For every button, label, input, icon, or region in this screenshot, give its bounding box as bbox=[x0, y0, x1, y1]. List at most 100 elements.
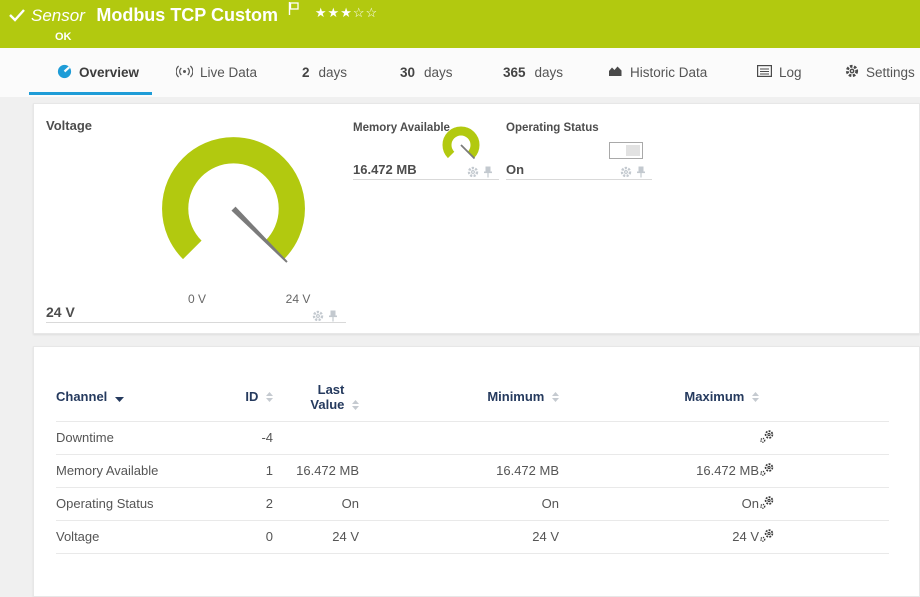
voltage-scale-max: 24 V bbox=[278, 292, 318, 306]
tab-365-days-unit: days bbox=[535, 65, 564, 80]
cell-last-value: 24 V bbox=[273, 520, 359, 553]
active-tab-underline bbox=[29, 92, 152, 95]
log-list-icon bbox=[757, 65, 772, 80]
tab-live-data[interactable]: Live Data bbox=[176, 48, 257, 97]
cell-channel: Voltage bbox=[56, 520, 221, 553]
channel-settings-icon[interactable] bbox=[759, 495, 775, 510]
object-kind-label: Sensor bbox=[31, 6, 85, 25]
gauge-icon bbox=[57, 64, 72, 82]
voltage-pin-icon[interactable] bbox=[328, 310, 338, 322]
cell-minimum: 24 V bbox=[359, 520, 559, 553]
memory-value: 16.472 MB bbox=[353, 162, 417, 177]
voltage-gauge bbox=[146, 126, 321, 306]
cell-channel: Operating Status bbox=[56, 487, 221, 520]
channel-table-panel: Channel ID Last Value bbox=[33, 346, 920, 597]
operating-toggle bbox=[609, 142, 643, 159]
tab-historic-data[interactable]: Historic Data bbox=[608, 48, 707, 97]
column-header-maximum-label: Maximum bbox=[684, 389, 744, 404]
tab-365-days-number: 365 bbox=[503, 65, 526, 80]
column-header-minimum-label: Minimum bbox=[487, 389, 544, 404]
operating-toggle-knob bbox=[626, 145, 640, 156]
voltage-value: 24 V bbox=[46, 304, 75, 320]
table-row[interactable]: Downtime -4 bbox=[56, 421, 889, 454]
sort-both-icon bbox=[266, 390, 273, 405]
table-row[interactable]: Voltage 0 24 V 24 V 24 V bbox=[56, 520, 889, 553]
stars-empty: ☆☆ bbox=[353, 5, 378, 20]
stars-filled: ★★★ bbox=[315, 5, 353, 20]
column-header-id-label: ID bbox=[245, 389, 258, 404]
sort-both-icon bbox=[752, 390, 759, 405]
table-row[interactable]: Memory Available 1 16.472 MB 16.472 MB 1… bbox=[56, 454, 889, 487]
sort-both-icon bbox=[552, 390, 559, 405]
column-header-maximum[interactable]: Maximum bbox=[559, 373, 759, 421]
tab-settings[interactable]: Settings bbox=[845, 48, 915, 97]
table-row[interactable]: Operating Status 2 On On On bbox=[56, 487, 889, 520]
tab-live-data-label: Live Data bbox=[200, 65, 257, 80]
cell-id: 2 bbox=[221, 487, 273, 520]
tab-historic-data-label: Historic Data bbox=[630, 65, 707, 80]
cell-id: 0 bbox=[221, 520, 273, 553]
cell-last-value: On bbox=[273, 487, 359, 520]
gauges-panel: Voltage 0 V 24 V 24 V bbox=[33, 103, 920, 334]
tab-30-days[interactable]: 30 days bbox=[400, 48, 453, 97]
channel-settings-icon[interactable] bbox=[759, 462, 775, 477]
tab-overview[interactable]: Overview bbox=[57, 48, 139, 97]
sensor-header: Sensor Modbus TCP Custom ★★★☆☆ OK bbox=[0, 0, 920, 48]
voltage-scale-min: 0 V bbox=[182, 292, 212, 306]
gauge-cell-memory: Memory Available 16.472 MB bbox=[353, 118, 499, 180]
column-header-channel[interactable]: Channel bbox=[56, 373, 221, 421]
status-check-icon bbox=[9, 9, 25, 27]
channel-table: Channel ID Last Value bbox=[56, 373, 889, 554]
channel-settings-icon[interactable] bbox=[759, 528, 775, 543]
overview-content: Voltage 0 V 24 V 24 V bbox=[0, 103, 920, 597]
gauge-cell-operating: Operating Status On bbox=[506, 118, 652, 180]
voltage-title: Voltage bbox=[46, 118, 92, 133]
cell-id: 1 bbox=[221, 454, 273, 487]
cell-minimum: 16.472 MB bbox=[359, 454, 559, 487]
column-header-value-label: Value bbox=[310, 397, 344, 412]
channel-settings-icon[interactable] bbox=[759, 429, 775, 444]
tab-log[interactable]: Log bbox=[757, 48, 802, 97]
operating-title: Operating Status bbox=[506, 122, 599, 134]
cell-id: -4 bbox=[221, 421, 273, 454]
cell-last-value: 16.472 MB bbox=[273, 454, 359, 487]
tab-overview-label: Overview bbox=[79, 65, 139, 80]
tab-365-days[interactable]: 365 days bbox=[503, 48, 563, 97]
sort-desc-icon bbox=[115, 390, 124, 405]
cell-last-value bbox=[273, 421, 359, 454]
sensor-title: Modbus TCP Custom bbox=[96, 5, 278, 25]
memory-title: Memory Available bbox=[353, 122, 450, 134]
sensor-status-badge: OK bbox=[55, 31, 72, 43]
priority-stars[interactable]: ★★★☆☆ bbox=[315, 5, 378, 20]
tab-bar: Overview Live Data 2 days 30 days 365 da… bbox=[0, 48, 920, 97]
tab-2-days[interactable]: 2 days bbox=[302, 48, 347, 97]
column-header-last-value[interactable]: Last Value bbox=[273, 373, 359, 421]
operating-value: On bbox=[506, 162, 524, 177]
cell-maximum bbox=[559, 421, 759, 454]
area-chart-icon bbox=[608, 65, 623, 80]
column-header-id[interactable]: ID bbox=[221, 373, 273, 421]
tab-log-label: Log bbox=[779, 65, 802, 80]
operating-pin-icon[interactable] bbox=[636, 166, 646, 178]
memory-pin-icon[interactable] bbox=[483, 166, 493, 178]
cell-minimum: On bbox=[359, 487, 559, 520]
cell-maximum: 16.472 MB bbox=[559, 454, 759, 487]
memory-gear-icon[interactable] bbox=[467, 166, 479, 178]
column-header-last-label: Last bbox=[318, 382, 345, 397]
column-header-minimum[interactable]: Minimum bbox=[359, 373, 559, 421]
tab-settings-label: Settings bbox=[866, 65, 915, 80]
sort-both-icon bbox=[352, 398, 359, 413]
column-header-channel-label: Channel bbox=[56, 389, 107, 404]
operating-gear-icon[interactable] bbox=[620, 166, 632, 178]
gear-icon bbox=[845, 64, 859, 81]
gauge-cell-voltage: Voltage 0 V 24 V 24 V bbox=[46, 116, 346, 323]
cell-maximum: On bbox=[559, 487, 759, 520]
voltage-gear-icon[interactable] bbox=[312, 310, 324, 322]
cell-maximum: 24 V bbox=[559, 520, 759, 553]
live-broadcast-icon bbox=[176, 65, 193, 81]
cell-channel: Downtime bbox=[56, 421, 221, 454]
cell-channel: Memory Available bbox=[56, 454, 221, 487]
column-header-actions bbox=[759, 373, 889, 421]
flag-icon[interactable] bbox=[288, 2, 300, 20]
tab-2-days-unit: days bbox=[319, 65, 348, 80]
